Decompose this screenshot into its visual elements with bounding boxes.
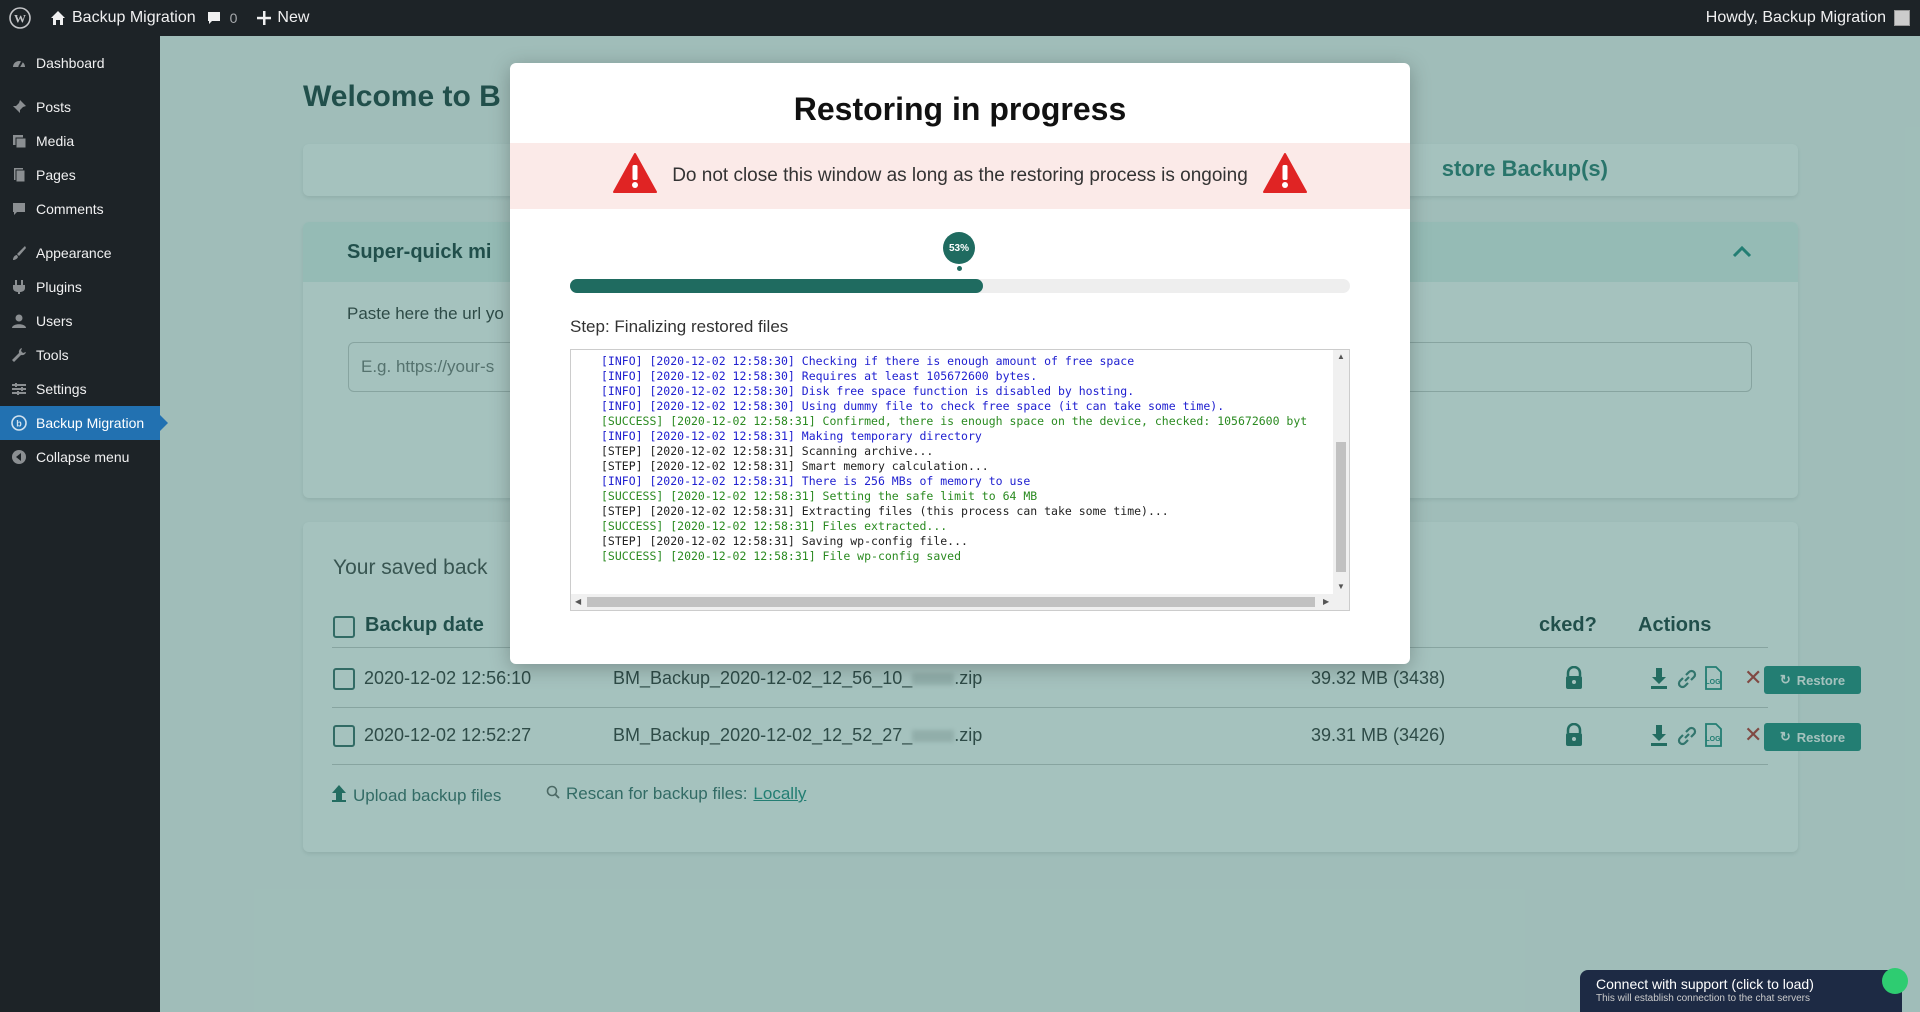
pin-icon — [10, 98, 28, 116]
log-line: [STEP] [2020-12-02 12:58:31] Smart memor… — [601, 459, 989, 473]
log-line: [SUCCESS] [2020-12-02 12:58:31] Setting … — [601, 489, 1038, 503]
sidebar-item-users[interactable]: Users — [0, 304, 160, 338]
scroll-up-arrow-icon[interactable]: ▲ — [1337, 352, 1345, 361]
sidebar-item-pages[interactable]: Pages — [0, 158, 160, 192]
modal-title: Restoring in progress — [793, 91, 1127, 127]
log-line: [INFO] [2020-12-02 12:58:31] There is 25… — [601, 474, 1031, 488]
sidebar-item-dashboard[interactable]: Dashboard — [0, 46, 160, 80]
log-line: [INFO] [2020-12-02 12:58:30] Checking if… — [601, 354, 1135, 368]
wordpress-logo-icon[interactable]: W — [0, 0, 40, 36]
chat-title: Connect with support (click to load) — [1596, 976, 1814, 992]
scroll-left-arrow-icon[interactable]: ◀ — [575, 597, 581, 606]
log-line: [STEP] [2020-12-02 12:58:31] Saving wp-c… — [601, 534, 968, 548]
warning-banner: Do not close this window as long as the … — [510, 143, 1410, 209]
plus-icon — [257, 11, 272, 25]
brush-icon — [10, 244, 28, 262]
restore-progress-modal: Restoring in progress Do not close this … — [510, 63, 1410, 664]
log-lines: [INFO] [2020-12-02 12:58:30] Checking if… — [601, 354, 1331, 564]
sidebar-item-media[interactable]: Media — [0, 124, 160, 158]
sidebar-item-appearance[interactable]: Appearance — [0, 236, 160, 270]
warning-icon — [1262, 152, 1308, 200]
backup-icon: b — [10, 414, 28, 432]
sidebar-item-comments[interactable]: Comments — [0, 192, 160, 226]
restore-log[interactable]: [INFO] [2020-12-02 12:58:30] Checking if… — [570, 349, 1350, 611]
log-line: [STEP] [2020-12-02 12:58:31] Extracting … — [601, 504, 1169, 518]
scroll-right-arrow-icon[interactable]: ▶ — [1323, 597, 1329, 606]
site-name-link[interactable]: Backup Migration — [40, 0, 206, 36]
log-line: [SUCCESS] [2020-12-02 12:58:31] File wp-… — [601, 549, 962, 563]
sidebar-item-backup-migration[interactable]: b Backup Migration — [0, 406, 168, 440]
media-icon — [10, 132, 28, 150]
user-icon — [10, 312, 28, 330]
chat-subtitle: This will establish connection to the ch… — [1596, 993, 1810, 1004]
vertical-scroll-thumb[interactable] — [1336, 442, 1346, 572]
log-line: [INFO] [2020-12-02 12:58:30] Requires at… — [601, 369, 1038, 383]
chat-status-icon — [1882, 968, 1908, 994]
sidebar-item-settings[interactable]: Settings — [0, 372, 160, 406]
horizontal-scrollbar[interactable]: ◀ ▶ — [571, 594, 1349, 610]
dashboard-icon — [10, 54, 28, 72]
progress-bar — [570, 279, 1350, 293]
log-line: [INFO] [2020-12-02 12:58:30] Disk free s… — [601, 384, 1135, 398]
svg-text:b: b — [16, 419, 22, 429]
settings-icon — [10, 380, 28, 398]
sidebar-item-collapse[interactable]: Collapse menu — [0, 440, 160, 474]
horizontal-scroll-thumb[interactable] — [587, 597, 1315, 607]
vertical-scrollbar[interactable]: ▲ ▼ — [1333, 350, 1349, 596]
log-line: [SUCCESS] [2020-12-02 12:58:31] Confirme… — [601, 414, 1308, 428]
new-content-link[interactable]: New — [247, 0, 319, 36]
log-line: [SUCCESS] [2020-12-02 12:58:31] Files ex… — [601, 519, 948, 533]
admin-bar: W Backup Migration 0 New Howdy, Backup M… — [0, 0, 1920, 36]
collapse-icon — [10, 448, 28, 466]
log-line: [INFO] [2020-12-02 12:58:31] Making temp… — [601, 429, 982, 443]
avatar — [1894, 10, 1910, 26]
new-label: New — [277, 9, 310, 26]
comments-count: 0 — [229, 10, 238, 26]
pages-icon — [10, 166, 28, 184]
plug-icon — [10, 278, 28, 296]
sidebar-item-posts[interactable]: Posts — [0, 90, 160, 124]
svg-text:W: W — [14, 12, 26, 26]
howdy-text: Howdy, Backup Migration — [1705, 9, 1886, 26]
comments-link[interactable]: 0 — [206, 0, 248, 36]
comment-icon — [206, 10, 222, 26]
sidebar-item-plugins[interactable]: Plugins — [0, 270, 160, 304]
warning-icon — [612, 152, 658, 200]
site-name: Backup Migration — [72, 9, 196, 26]
log-line: [STEP] [2020-12-02 12:58:31] Scanning ar… — [601, 444, 934, 458]
progress-percent-bubble: 53% — [943, 232, 975, 264]
warning-text: Do not close this window as long as the … — [672, 165, 1248, 186]
current-step: Step: Finalizing restored files — [570, 317, 789, 336]
progress-bar-fill — [570, 279, 984, 293]
admin-sidebar: Dashboard Posts Media Pages Comments App… — [0, 36, 168, 1012]
wrench-icon — [10, 346, 28, 364]
home-icon — [50, 10, 66, 26]
scroll-down-arrow-icon[interactable]: ▼ — [1337, 582, 1345, 591]
comment-icon — [10, 200, 28, 218]
log-line: [INFO] [2020-12-02 12:58:30] Using dummy… — [601, 399, 1225, 413]
support-chat-widget[interactable]: Connect with support (click to load) Thi… — [1580, 968, 1908, 1012]
my-account-link[interactable]: Howdy, Backup Migration — [1696, 0, 1920, 36]
sidebar-item-tools[interactable]: Tools — [0, 338, 160, 372]
